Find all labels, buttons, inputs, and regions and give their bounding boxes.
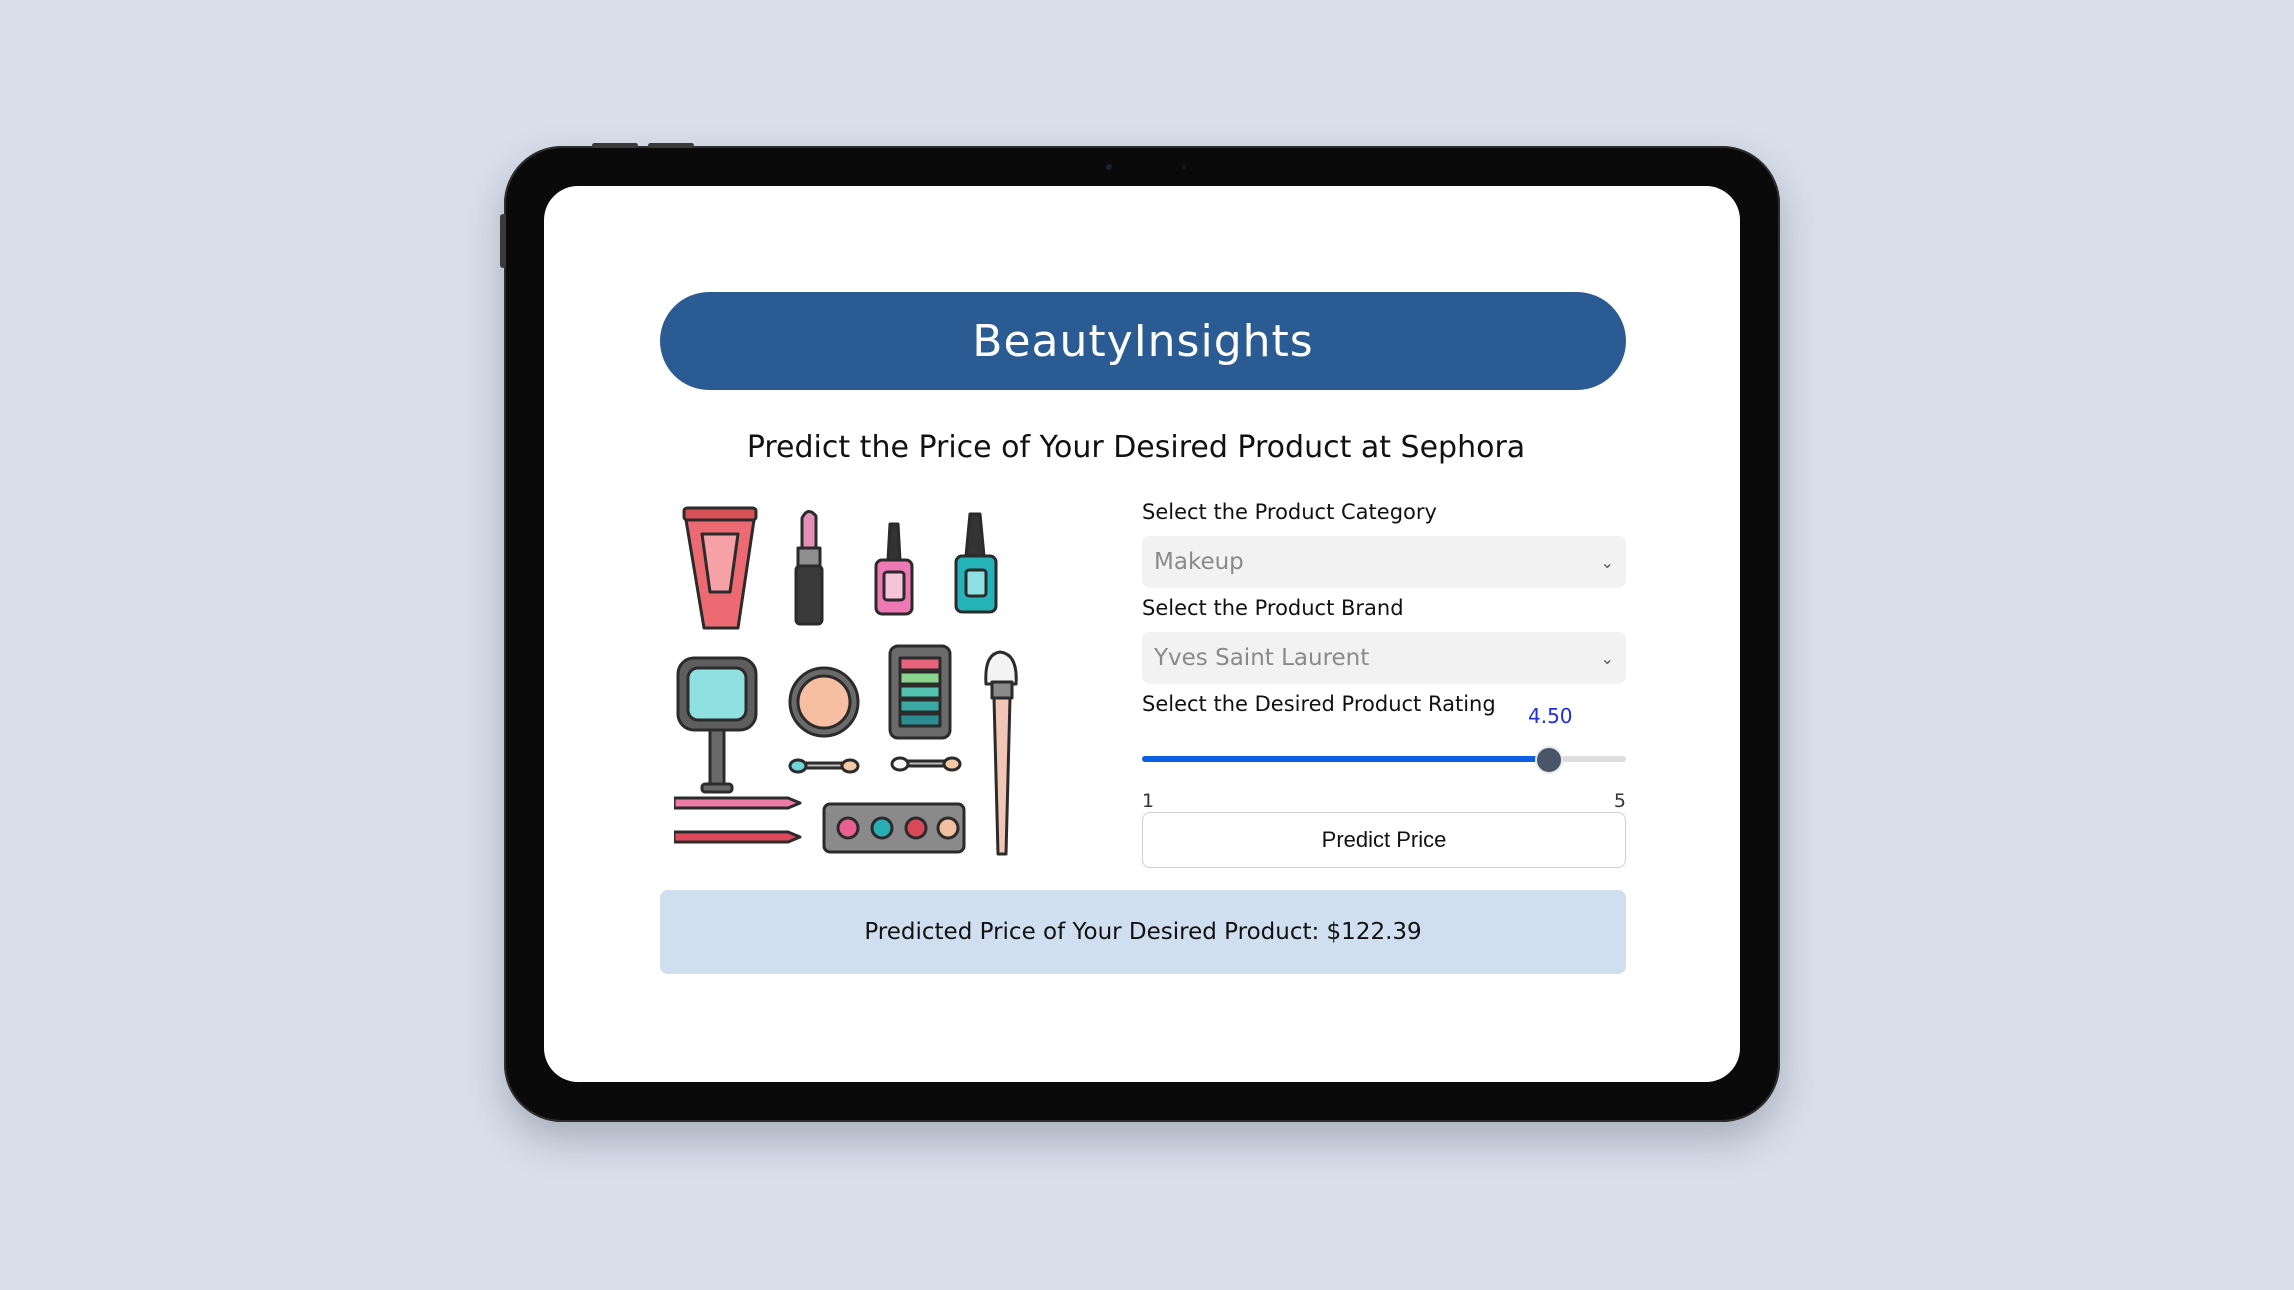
cream-tube-icon <box>682 506 758 630</box>
page-subtitle: Predict the Price of Your Desired Produc… <box>746 430 1526 465</box>
eyeshadow-palette-icon <box>888 644 952 740</box>
lipstick-icon <box>794 510 824 626</box>
hand-mirror-icon <box>676 656 758 794</box>
power-button <box>500 214 506 268</box>
category-label: Select the Product Category <box>1142 500 1437 524</box>
nail-polish-teal-icon <box>954 512 998 614</box>
brand-label: Select the Product Brand <box>1142 596 1404 620</box>
rating-max-label: 5 <box>1613 790 1626 812</box>
prediction-result: Predicted Price of Your Desired Product:… <box>660 890 1626 974</box>
lip-pencil-icon <box>674 796 802 844</box>
eyeshadow-applicator-icon <box>788 756 962 774</box>
brand-select[interactable]: Yves Saint Laurent ⌄ <box>1142 632 1626 684</box>
volume-button <box>592 143 638 148</box>
slider-fill <box>1142 756 1549 762</box>
nail-polish-pink-icon <box>874 522 914 616</box>
prediction-result-text: Predicted Price of Your Desired Product:… <box>864 919 1422 945</box>
app-title-banner: BeautyInsights <box>660 292 1626 390</box>
rating-min-label: 1 <box>1142 790 1155 812</box>
sensor-dot <box>1182 165 1186 169</box>
prediction-form: Select the Product Category Makeup ⌄ Sel… <box>1142 498 1626 868</box>
rating-slider[interactable]: 4.50 1 5 <box>1142 690 1626 812</box>
compact-powder-icon <box>788 666 860 738</box>
rating-value: 4.50 <box>1528 704 1573 728</box>
category-value: Makeup <box>1154 549 1244 575</box>
slider-thumb[interactable] <box>1535 746 1563 774</box>
camera-icon <box>1106 164 1112 170</box>
predict-price-button[interactable]: Predict Price <box>1142 812 1626 868</box>
volume-button <box>648 143 694 148</box>
app-screen: BeautyInsights Predict the Price of Your… <box>544 186 1740 1082</box>
chevron-down-icon: ⌄ <box>1600 648 1614 668</box>
eyeshadow-dots-palette-icon <box>822 802 966 854</box>
brand-value: Yves Saint Laurent <box>1154 645 1370 671</box>
chevron-down-icon: ⌄ <box>1600 552 1614 572</box>
app-title: BeautyInsights <box>972 315 1314 367</box>
makeup-brush-icon <box>984 650 1018 856</box>
category-select[interactable]: Makeup ⌄ <box>1142 536 1626 588</box>
makeup-products-illustration <box>674 506 1018 856</box>
tablet-frame: BeautyInsights Predict the Price of Your… <box>500 143 1780 1122</box>
